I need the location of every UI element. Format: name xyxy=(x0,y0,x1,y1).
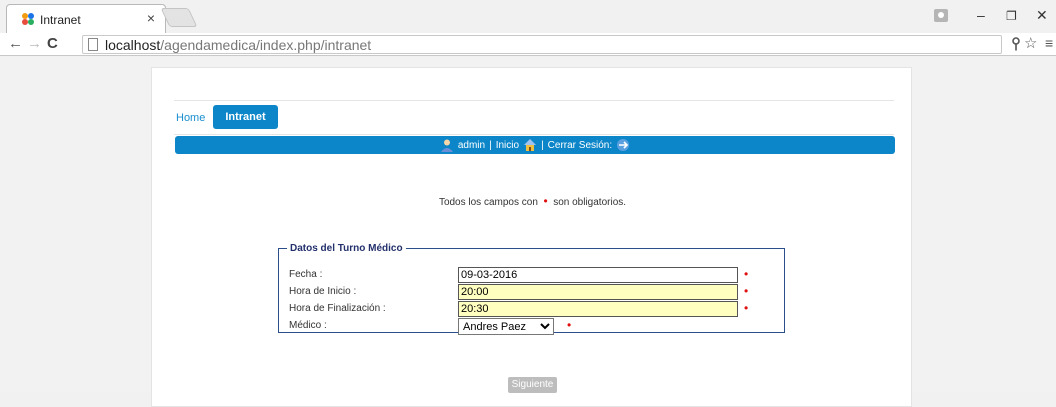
home-icon[interactable] xyxy=(523,138,537,152)
hora-fin-row: Hora de Finalización : • xyxy=(289,301,779,317)
medico-row: Médico : Andres Paez • xyxy=(289,318,779,335)
hora-inicio-label: Hora de Inicio : xyxy=(289,286,357,297)
medico-label: Médico : xyxy=(289,320,327,331)
address-bar[interactable]: localhost/agendamedica/index.php/intrane… xyxy=(82,35,1002,54)
separator: | xyxy=(541,139,544,151)
user-icon xyxy=(440,139,453,152)
required-mark: • xyxy=(744,284,749,298)
required-mark: • xyxy=(744,301,749,315)
turno-fieldset: Datos del Turno Médico Fecha : • Hora de… xyxy=(278,243,785,335)
username[interactable]: admin xyxy=(458,140,485,151)
separator: | xyxy=(489,139,492,151)
key-icon[interactable] xyxy=(1011,37,1021,51)
url-text: localhost/agendamedica/index.php/intrane… xyxy=(105,37,372,53)
bookmark-star-icon[interactable]: ☆ xyxy=(1024,34,1037,52)
fecha-input[interactable] xyxy=(458,267,738,283)
required-mark: • xyxy=(744,267,749,281)
logout-link[interactable]: Cerrar Sesión: xyxy=(548,140,612,151)
logout-icon[interactable] xyxy=(616,138,630,152)
page-viewport: Home Intranet admin | Inicio | Cerrar Se… xyxy=(0,57,1056,407)
tab-strip: Intranet × – ❐ ✕ xyxy=(0,0,1056,33)
reload-icon[interactable]: C xyxy=(47,35,58,52)
new-tab-button[interactable] xyxy=(160,8,198,27)
user-bar: admin | Inicio | Cerrar Sesión: xyxy=(175,136,895,154)
close-window-button[interactable]: ✕ xyxy=(1036,7,1048,24)
menu-icon[interactable]: ≡ xyxy=(1045,35,1053,51)
browser-toolbar: ← → C localhost/agendamedica/index.php/i… xyxy=(0,33,1056,56)
tab-close-icon[interactable]: × xyxy=(147,10,155,26)
back-arrow-icon[interactable]: ← xyxy=(8,35,23,52)
nav-divider-bottom xyxy=(174,134,894,135)
required-mark: • xyxy=(567,318,572,332)
hora-fin-input[interactable] xyxy=(458,301,738,317)
hora-fin-label: Hora de Finalización : xyxy=(289,303,386,314)
hora-inicio-row: Hora de Inicio : • xyxy=(289,284,779,300)
required-mark: • xyxy=(543,194,548,208)
nav-divider-top xyxy=(174,100,894,101)
fieldset-legend: Datos del Turno Médico xyxy=(290,243,403,254)
required-fields-note: Todos los campos con • son obligatorios. xyxy=(438,194,627,208)
browser-tab[interactable]: Intranet × xyxy=(6,4,166,33)
inicio-link[interactable]: Inicio xyxy=(496,140,519,151)
nav-home-link[interactable]: Home xyxy=(176,112,205,124)
forward-arrow-icon[interactable]: → xyxy=(27,35,42,52)
tab-title: Intranet xyxy=(40,13,81,27)
joomla-favicon-icon xyxy=(22,13,34,25)
page-icon xyxy=(88,38,98,51)
hora-inicio-input[interactable] xyxy=(458,284,738,300)
fecha-label: Fecha : xyxy=(289,269,323,280)
restore-button[interactable]: ❐ xyxy=(1006,9,1017,23)
medico-select[interactable]: Andres Paez xyxy=(458,318,554,335)
minimize-button[interactable]: – xyxy=(977,7,985,23)
siguiente-button[interactable]: Siguiente xyxy=(508,377,557,393)
nav-intranet-tab[interactable]: Intranet xyxy=(213,105,278,129)
content-card: Home Intranet admin | Inicio | Cerrar Se… xyxy=(151,67,912,407)
fecha-row: Fecha : • xyxy=(289,267,779,283)
profile-icon[interactable] xyxy=(934,9,948,22)
